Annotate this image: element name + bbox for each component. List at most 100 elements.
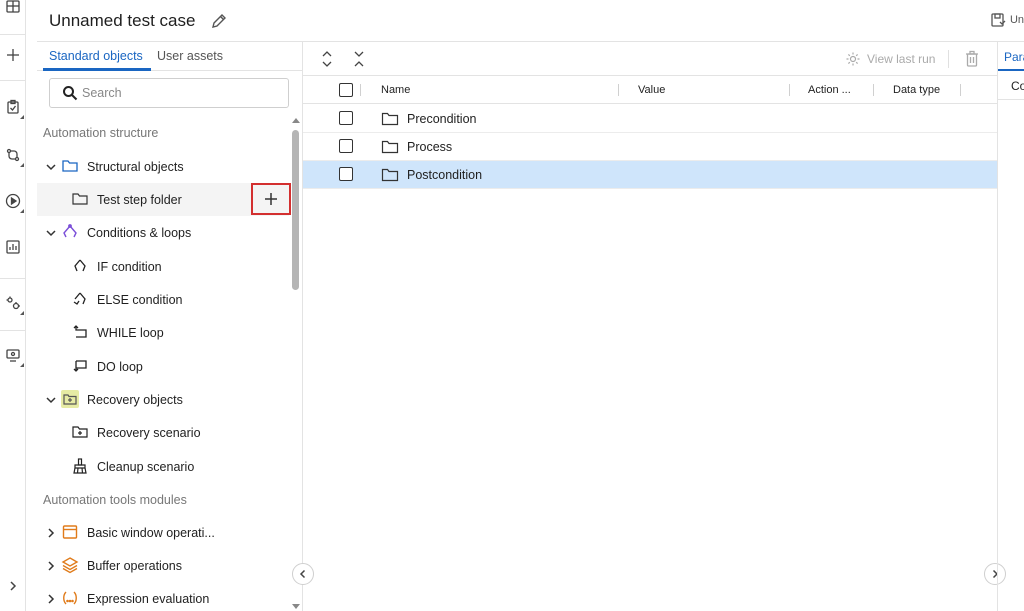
- section-automation-structure: Automation structure: [43, 126, 159, 140]
- run-icon[interactable]: [0, 186, 26, 216]
- folder-icon: [381, 140, 399, 154]
- parameters-column-header: Co: [1011, 79, 1024, 93]
- rail-divider: [0, 278, 26, 279]
- row-name: Process: [407, 140, 453, 154]
- column-header-data-type[interactable]: Data type: [893, 84, 940, 96]
- active-tab-indicator: [998, 69, 1024, 71]
- save-icon: [991, 13, 1006, 27]
- row-name: Precondition: [407, 112, 477, 126]
- tree-item-buffer-operations[interactable]: Buffer operations: [37, 549, 289, 582]
- left-rail: [0, 0, 26, 611]
- search-input[interactable]: [82, 86, 272, 100]
- test-cases-icon[interactable]: [0, 92, 26, 122]
- row-checkbox[interactable]: [339, 111, 353, 125]
- header-action-label: Un: [1009, 14, 1024, 26]
- plus-icon: [265, 193, 277, 205]
- toolbar-divider: [948, 50, 949, 68]
- search-box[interactable]: [49, 78, 289, 108]
- column-header-value[interactable]: Value: [638, 84, 665, 96]
- else-condition-icon: [71, 290, 89, 308]
- table-header: Name Value Action ... Data type: [303, 76, 997, 104]
- tree-item-recovery-scenario[interactable]: Recovery scenario: [37, 416, 289, 449]
- tree-item-while-loop[interactable]: WHILE loop: [37, 316, 289, 349]
- tree-item-cleanup-scenario[interactable]: Cleanup scenario: [37, 450, 289, 483]
- rail-divider: [0, 80, 26, 81]
- chevron-right-icon: [48, 561, 55, 571]
- tree-item-structural-objects[interactable]: Structural objects: [37, 150, 289, 183]
- active-tab-indicator: [43, 68, 151, 71]
- chevron-down-icon: [46, 397, 56, 404]
- left-panel-scrollbar[interactable]: [289, 112, 302, 611]
- broom-icon: [71, 457, 89, 475]
- rail-divider: [0, 34, 26, 35]
- gear-icon: [846, 52, 860, 66]
- panel-icon[interactable]: [0, 0, 26, 22]
- expand-rail-icon[interactable]: [0, 571, 26, 601]
- column-divider[interactable]: [960, 84, 961, 96]
- save-action-button[interactable]: Un: [990, 12, 1024, 28]
- reports-icon[interactable]: [0, 232, 26, 262]
- object-library-panel: Standard objects User assets Automation …: [37, 42, 303, 611]
- tab-standard-objects[interactable]: Standard objects: [49, 49, 143, 63]
- scroll-thumb[interactable]: [292, 130, 299, 290]
- structural-folder-icon: [61, 157, 79, 175]
- search-icon: [63, 86, 78, 101]
- rail-divider: [0, 330, 26, 331]
- parameters-header: Co: [998, 72, 1024, 100]
- window-icon: [61, 523, 79, 541]
- recovery-scenario-icon: [71, 423, 89, 441]
- recovery-objects-icon: [61, 390, 79, 408]
- test-steps-area: View last run Name Value Action ... Data…: [303, 42, 997, 611]
- conditions-icon: [61, 223, 79, 241]
- while-loop-icon: [71, 323, 89, 341]
- tree-item-expression-evaluation[interactable]: Expression evaluation: [37, 582, 289, 611]
- parameters-panel: Para Co: [997, 42, 1024, 611]
- page-title: Unnamed test case: [49, 11, 196, 30]
- collapse-all-icon[interactable]: [351, 50, 367, 68]
- table-row[interactable]: Process: [303, 133, 997, 161]
- tree-item-if-condition[interactable]: IF condition: [37, 250, 289, 283]
- table-row[interactable]: Precondition: [303, 105, 997, 133]
- chevron-down-icon: [46, 230, 56, 237]
- tree-item-do-loop[interactable]: DO loop: [37, 350, 289, 383]
- edit-title-icon[interactable]: [210, 12, 228, 30]
- view-last-run-button[interactable]: View last run: [845, 51, 935, 67]
- layers-icon: [61, 556, 79, 574]
- tree-item-conditions-loops[interactable]: Conditions & loops: [37, 216, 289, 249]
- trash-icon[interactable]: [964, 50, 980, 68]
- folder-icon: [381, 168, 399, 182]
- column-header-action[interactable]: Action ...: [808, 84, 851, 96]
- flow-icon[interactable]: [0, 140, 26, 170]
- folder-icon: [71, 190, 89, 208]
- column-divider[interactable]: [873, 84, 874, 96]
- if-condition-icon: [71, 257, 89, 275]
- add-test-step-folder-button[interactable]: [251, 183, 291, 215]
- expression-icon: [61, 589, 79, 607]
- do-loop-icon: [71, 357, 89, 375]
- column-divider[interactable]: [618, 84, 619, 96]
- scroll-up-arrow[interactable]: [292, 118, 300, 123]
- chevron-right-icon: [48, 594, 55, 604]
- header: Unnamed test case Un: [37, 0, 1024, 42]
- column-header-name[interactable]: Name: [381, 84, 410, 96]
- folder-icon: [381, 112, 399, 126]
- chevron-right-icon: [48, 528, 55, 538]
- column-divider: [360, 84, 361, 96]
- steps-toolbar: View last run: [303, 42, 997, 76]
- tree-item-else-condition[interactable]: ELSE condition: [37, 283, 289, 316]
- settings-icon[interactable]: [0, 288, 26, 318]
- tree-item-recovery-objects[interactable]: Recovery objects: [37, 383, 289, 416]
- table-row-selected[interactable]: Postcondition: [303, 161, 997, 189]
- expand-all-icon[interactable]: [319, 50, 335, 68]
- tab-user-assets[interactable]: User assets: [157, 49, 223, 63]
- tab-parameters[interactable]: Para: [1004, 50, 1024, 64]
- add-icon[interactable]: [0, 40, 26, 70]
- monitor-icon[interactable]: [0, 340, 26, 370]
- row-checkbox[interactable]: [339, 139, 353, 153]
- row-checkbox[interactable]: [339, 167, 353, 181]
- select-all-checkbox[interactable]: [339, 83, 353, 97]
- column-divider[interactable]: [789, 84, 790, 96]
- tree-item-basic-window-operations[interactable]: Basic window operati...: [37, 516, 289, 549]
- section-automation-tools-modules: Automation tools modules: [43, 493, 187, 507]
- scroll-down-arrow[interactable]: [292, 604, 300, 609]
